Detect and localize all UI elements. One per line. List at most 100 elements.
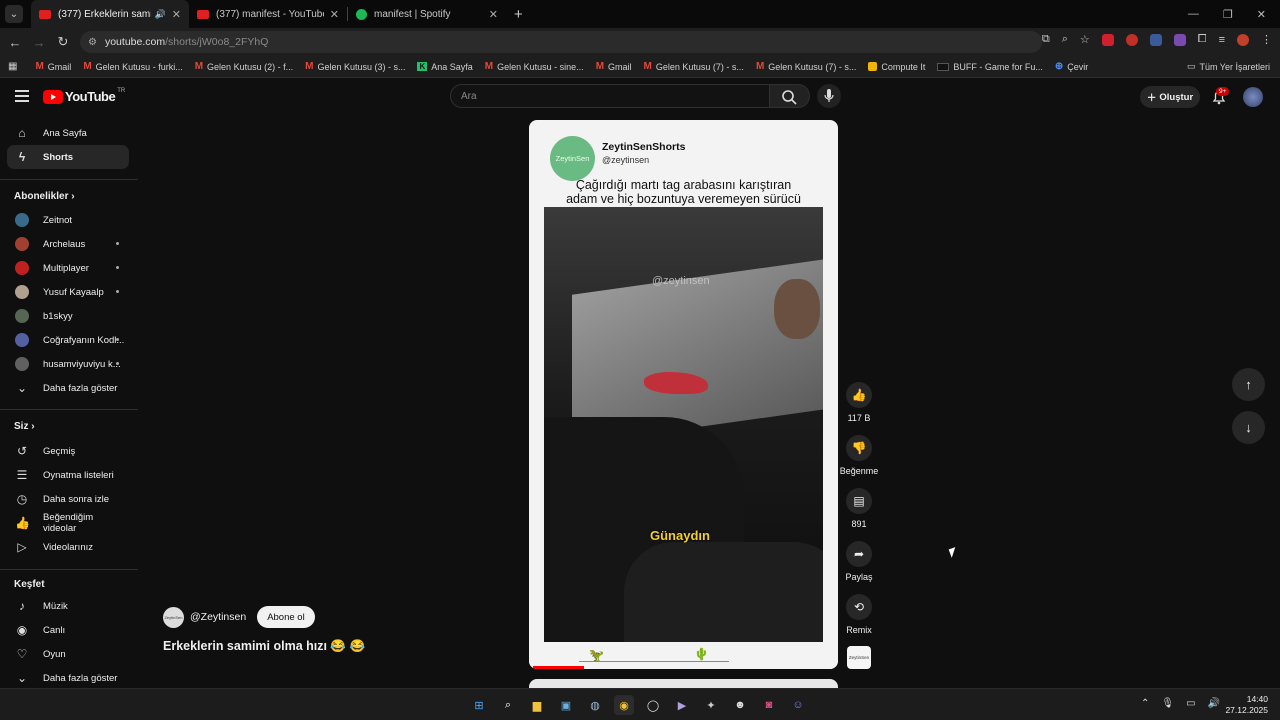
minimize-icon[interactable]: — [1188,8,1199,21]
sidebar-item-history[interactable]: ↺ Geçmiş [7,439,129,463]
sidebar-subscription-item[interactable]: Archelaus [7,232,129,256]
share-button[interactable]: ➦ [846,541,872,567]
all-bookmarks[interactable]: ▭ Tüm Yer İşaretleri [1187,61,1270,72]
sidebar-item-music[interactable]: ♪ Müzik [7,594,129,618]
file-explorer-icon[interactable]: ▆ [527,695,547,715]
bookmark-item[interactable]: Compute It [868,62,925,72]
sidebar-subscription-item[interactable]: husamviyuviyu k... [7,352,129,376]
sidebar-item-playlists[interactable]: ☰ Oynatma listeleri [7,463,129,487]
extension-icon[interactable] [1101,33,1114,46]
sidebar-subscription-item[interactable]: b1skyy [7,304,129,328]
chrome-icon[interactable]: ◉ [614,695,634,715]
discord-icon[interactable]: ☺ [788,695,808,715]
extension-icon[interactable] [1173,33,1186,46]
sidebar-item-your-videos[interactable]: ▷ Videolarınız [7,535,129,559]
bookmark-item[interactable]: K Ana Sayfa [417,62,473,72]
network-icon[interactable]: ▭ [1186,698,1195,709]
voice-search-button[interactable] [817,84,841,108]
search-button[interactable] [770,84,810,108]
tab-search-button[interactable]: ⌄ [5,5,23,23]
next-short-button[interactable]: ↓ [1232,411,1265,444]
bookmark-item[interactable]: M Gelen Kutusu (3) - s... [305,61,405,72]
zoom-icon[interactable]: ⌕ [1062,33,1068,46]
github-icon[interactable]: ◯ [643,695,663,715]
sidebar-subscription-item[interactable]: Zeitnot [7,208,129,232]
instagram-icon[interactable]: ◙ [759,695,779,715]
show-more-explore[interactable]: ⌄ Daha fazla göster [7,666,129,690]
bookmark-item[interactable]: M Gelen Kutusu - sine... [485,61,584,72]
site-info-icon[interactable]: ⚙ [88,37,97,48]
create-button[interactable]: ＋ Oluştur [1140,86,1200,108]
channel-handle[interactable]: @Zeytinsen [190,611,246,623]
reload-icon[interactable]: ↻ [51,34,75,50]
taskbar-search-icon[interactable]: ⌕ [498,695,518,715]
bookmark-item[interactable]: M Gelen Kutusu (2) - f... [195,61,293,72]
extension-icon[interactable] [1125,33,1138,46]
browser-tab-manifest-youtube[interactable]: (377) manifest - YouTube ✕ [189,0,347,28]
subscriptions-heading[interactable]: Abonelikler › [14,191,75,202]
close-tab-icon[interactable]: ✕ [489,8,498,21]
bookmark-item[interactable]: M Gelen Kutusu (7) - s... [644,61,744,72]
bookmark-item[interactable]: M Gelen Kutusu (7) - s... [756,61,856,72]
back-icon[interactable]: ← [3,35,27,50]
sidebar-item-liked-videos[interactable]: 👍 Beğendiğim videolar [7,511,129,535]
media-controls-icon[interactable]: ≡ [1219,34,1225,46]
like-button[interactable]: 👍 [846,382,872,408]
tray-chevron-icon[interactable]: ⌃ [1141,698,1149,709]
steam-icon[interactable]: ◍ [585,695,605,715]
youtube-logo[interactable]: YouTube TR [43,88,125,104]
subscribe-button[interactable]: Abone ol [257,606,315,628]
search-input[interactable]: Ara [450,84,770,108]
shorts-player[interactable]: ZeytinSen ZeytinSenShorts @zeytinsen Çağ… [529,120,838,669]
url-bar[interactable]: ⚙ youtube.com/shorts/jW0o8_2FYhQ [80,31,1042,53]
apps-grid-icon[interactable]: ▦ [8,61,17,72]
extension-icon[interactable] [1149,33,1162,46]
sound-thumbnail[interactable]: ZeytinSen [847,646,871,669]
sidebar-item-home[interactable]: ⌂ Ana Sayfa [7,121,129,145]
bookmark-star-icon[interactable]: ☆ [1080,33,1090,46]
install-app-icon[interactable]: ⧉ [1042,33,1050,46]
bookmark-item[interactable]: ⊕ Çevir [1055,61,1088,72]
windows-start-icon[interactable]: ⊞ [469,695,489,715]
previous-short-button[interactable]: ↑ [1232,368,1265,401]
bookmark-item[interactable]: M Gmail [35,61,71,72]
bookmark-item[interactable]: M Gmail [596,61,632,72]
more-menu-icon[interactable]: ⋮ [1261,33,1272,46]
new-tab-icon[interactable]: + [514,6,523,23]
store-icon[interactable]: ▣ [556,695,576,715]
clock[interactable]: 14:40 27.12.2025 [1225,694,1268,716]
remix-button[interactable]: ⟲ [846,594,872,620]
video-progress-bar[interactable] [533,666,585,669]
sidebar-item-gaming[interactable]: ♡ Oyun [7,642,129,666]
close-tab-icon[interactable]: ✕ [172,8,181,21]
sidebar-item-watch-later[interactable]: ◷ Daha sonra izle [7,487,129,511]
comments-button[interactable]: ▤ [846,488,872,514]
dislike-button[interactable]: 👎 [846,435,872,461]
volume-icon[interactable]: 🔊 [1208,698,1220,709]
sidebar-item-live[interactable]: ◉ Canlı [7,618,129,642]
close-tab-icon[interactable]: ✕ [330,8,339,21]
browser-tab-shorts[interactable]: (377) Erkeklerin samimi olm... 🔊 ✕ [31,0,189,28]
media-player-icon[interactable]: ▶ [672,695,692,715]
restore-icon[interactable]: ❐ [1223,8,1233,21]
app-icon[interactable]: ✦ [701,695,721,715]
sidebar-subscription-item[interactable]: Yusuf Kayaalp [7,280,129,304]
you-heading[interactable]: Siz › [14,421,35,432]
sidebar-subscription-item[interactable]: Multiplayer [7,256,129,280]
show-more-subscriptions[interactable]: ⌄ Daha fazla göster [7,376,129,400]
profile-avatar-icon[interactable] [1237,33,1249,46]
hamburger-menu-icon[interactable] [15,90,29,102]
close-window-icon[interactable]: ✕ [1257,8,1266,21]
sidebar-subscription-item[interactable]: Coğrafyanın Kodl... [7,328,129,352]
app-icon[interactable]: ☻ [730,695,750,715]
forward-icon[interactable]: → [27,35,51,50]
microphone-icon[interactable]: 🎙 [1161,698,1174,709]
account-avatar[interactable] [1243,87,1263,107]
speaker-icon[interactable]: 🔊 [155,9,166,20]
bookmark-item[interactable]: BUFF - Game for Fu... [937,62,1043,72]
browser-tab-spotify[interactable]: manifest | Spotify ✕ [348,0,506,28]
extensions-puzzle-icon[interactable]: ⧠ [1198,33,1207,46]
bookmark-item[interactable]: M Gelen Kutusu - furki... [83,61,182,72]
channel-mini-avatar[interactable]: ZeytinSen [163,606,184,628]
sidebar-item-shorts[interactable]: ϟ Shorts [7,145,129,169]
